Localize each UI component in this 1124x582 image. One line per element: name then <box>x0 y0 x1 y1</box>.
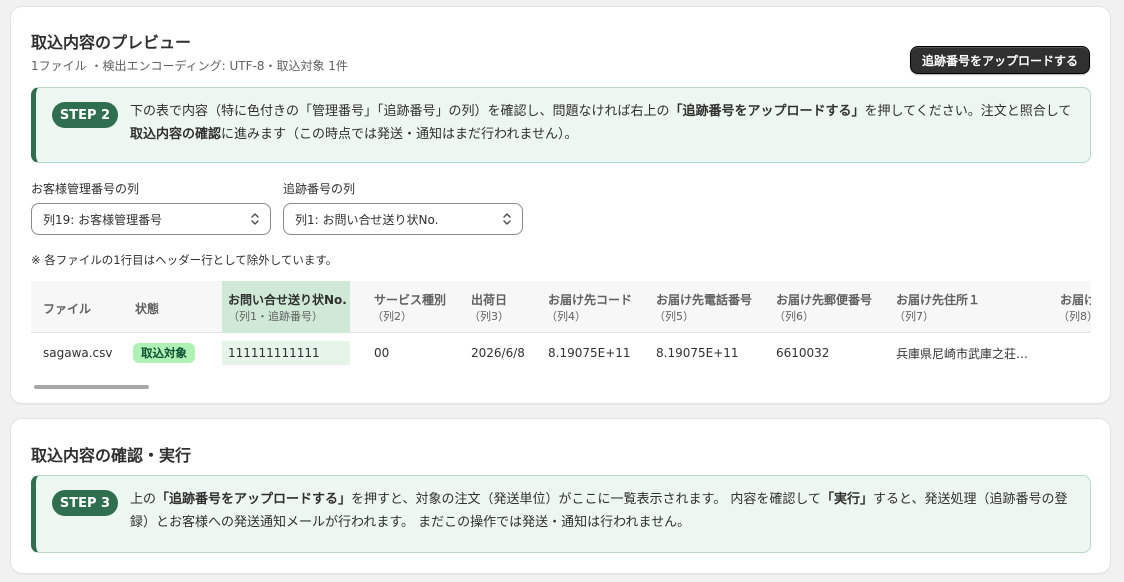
tracking-col-label: 追跡番号の列 <box>283 182 356 196</box>
select-chevron-icon <box>503 213 511 225</box>
header-row-note: ※ 各ファイルの1行目はヘッダー行として除外しています。 <box>31 253 338 267</box>
confirm-card: 取込内容の確認・実行 STEP 3 上の「追跡番号をアップロードする」を押すと、… <box>10 418 1111 574</box>
cell-status: 取込対象 <box>133 341 195 365</box>
preview-card: 取込内容のプレビュー 1ファイル ・検出エンコーディング: UTF-8・取込対象… <box>10 6 1111 404</box>
cell-address1: 兵庫県尼崎市武庫之荘… <box>896 346 1029 361</box>
step2-badge: STEP 2 <box>52 102 118 128</box>
step2-text: 下の表で内容（特に色付きの「管理番号」「追跡番号」の列）を確認し、問題なければ右… <box>130 104 1072 142</box>
select-chevron-icon <box>251 213 259 225</box>
tracking-col-select[interactable]: 列1: お問い合せ送り状No. <box>283 203 523 235</box>
upload-tracking-button[interactable]: 追跡番号をアップロードする <box>909 46 1090 74</box>
preview-table: ファイル 状態 お問い合せ送り状No. （列1・追跡番号） サービス種別 （列2） … <box>31 281 1091 391</box>
horizontal-scrollbar[interactable] <box>31 383 1091 391</box>
customer-col-value: 列19: お客様管理番号 <box>43 212 163 227</box>
cell-phone: 8.19075E+11 <box>656 346 739 360</box>
preview-subtitle: 1ファイル ・検出エンコーディング: UTF-8・取込対象 1件 <box>31 59 348 73</box>
scrollbar-thumb[interactable] <box>34 385 149 389</box>
confirm-title: 取込内容の確認・実行 <box>31 446 192 465</box>
cell-file: sagawa.csv <box>43 346 113 360</box>
step2-callout: STEP 2 下の表で内容（特に色付きの「管理番号」「追跡番号」の列）を確認し、… <box>31 87 1091 163</box>
cell-tracking: 111111111111 <box>222 341 350 365</box>
col-header-tracking: お問い合せ送り状No. （列1・追跡番号） <box>222 281 350 333</box>
cell-postal: 6610032 <box>776 346 830 360</box>
customer-col-label: お客様管理番号の列 <box>31 182 140 196</box>
cell-service: 00 <box>374 346 390 360</box>
preview-title: 取込内容のプレビュー <box>31 33 192 52</box>
cell-dest-code: 8.19075E+11 <box>548 346 631 360</box>
table-header: ファイル 状態 お問い合せ送り状No. （列1・追跡番号） サービス種別 （列2） … <box>31 281 1091 333</box>
tracking-col-value: 列1: お問い合せ送り状No. <box>295 212 439 227</box>
customer-col-select[interactable]: 列19: お客様管理番号 <box>31 203 271 235</box>
step3-badge: STEP 3 <box>52 490 118 516</box>
status-badge: 取込対象 <box>133 343 195 363</box>
step3-text: 上の「追跡番号をアップロードする」を押すと、対象の注文（発送単位）がここに一覧表… <box>130 492 1068 530</box>
step3-callout: STEP 3 上の「追跡番号をアップロードする」を押すと、対象の注文（発送単位）… <box>31 475 1091 553</box>
cell-ship-date: 2026/6/8 <box>471 346 525 360</box>
